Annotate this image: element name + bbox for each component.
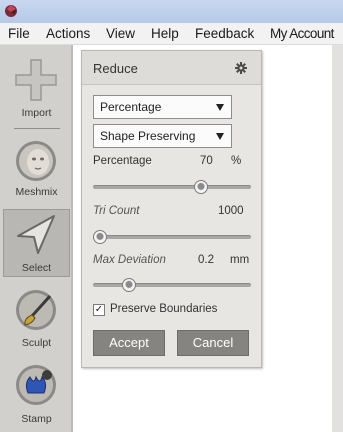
tool-import[interactable]: Import [0, 55, 73, 125]
reduce-type-dropdown[interactable]: Shape Preserving [93, 124, 232, 148]
tool-stamp-label: Stamp [21, 413, 52, 425]
meshmix-head-icon [16, 141, 56, 181]
sidebar-separator [14, 128, 60, 129]
max-deviation-unit: mm [230, 254, 250, 266]
preserve-boundaries-label[interactable]: Preserve Boundaries [110, 303, 217, 315]
plus-icon [15, 59, 57, 101]
panel-title: Reduce [93, 61, 138, 76]
percentage-label: Percentage [93, 155, 152, 167]
slider-track [93, 185, 251, 189]
slider-thumb[interactable] [121, 278, 136, 292]
menu-help[interactable]: Help [151, 26, 179, 41]
panel-header: Reduce [82, 51, 261, 85]
slider-thumb[interactable] [93, 230, 107, 244]
slider-thumb[interactable] [193, 180, 208, 194]
preserve-boundaries-checkbox[interactable]: ✓ [93, 304, 105, 316]
menu-my-account[interactable]: My Account [270, 26, 334, 41]
max-deviation-slider[interactable] [93, 278, 251, 292]
menu-feedback[interactable]: Feedback [195, 26, 254, 41]
menu-bar: File Actions View Help Feedback My Accou… [0, 23, 343, 45]
accept-button[interactable]: Accept [93, 330, 165, 356]
reduce-panel: Reduce Percentage Shape Preserving Perce… [81, 50, 262, 368]
max-deviation-label: Max Deviation [93, 254, 166, 266]
tri-count-slider[interactable] [93, 230, 251, 244]
reduce-type-value: Shape Preserving [100, 129, 196, 143]
tool-meshmix[interactable]: Meshmix [0, 137, 73, 203]
tool-sculpt[interactable]: Sculpt [0, 286, 73, 352]
slider-track [93, 235, 251, 239]
select-arrow-icon [17, 215, 55, 254]
menu-view[interactable]: View [106, 26, 135, 41]
chevron-down-icon [216, 104, 224, 111]
max-deviation-value[interactable]: 0.2 [198, 254, 214, 266]
stamp-icon [16, 365, 56, 405]
tool-select-label: Select [21, 262, 52, 274]
reduce-mode-dropdown[interactable]: Percentage [93, 95, 232, 119]
cancel-button[interactable]: Cancel [177, 330, 249, 356]
gear-icon[interactable] [235, 62, 247, 74]
app-logo-icon [5, 5, 17, 17]
menu-file[interactable]: File [8, 26, 30, 41]
sculpt-brush-icon [16, 290, 56, 330]
menu-actions[interactable]: Actions [46, 26, 90, 41]
tool-stamp[interactable]: Stamp [0, 361, 73, 427]
tool-select[interactable]: Select [0, 210, 73, 276]
tri-count-label: Tri Count [93, 205, 140, 217]
percentage-unit: % [231, 155, 242, 167]
tool-meshmix-label: Meshmix [15, 186, 58, 198]
window-title-bar [0, 0, 343, 23]
tool-import-label: Import [21, 107, 52, 119]
reduce-mode-value: Percentage [100, 100, 162, 114]
percentage-value[interactable]: 70 [200, 155, 213, 167]
tool-sculpt-label: Sculpt [21, 337, 52, 349]
percentage-slider[interactable] [93, 180, 251, 194]
slider-track [93, 283, 251, 287]
tri-count-value[interactable]: 1000 [218, 205, 244, 217]
chevron-down-icon [216, 133, 224, 140]
viewport-edge [332, 45, 343, 432]
